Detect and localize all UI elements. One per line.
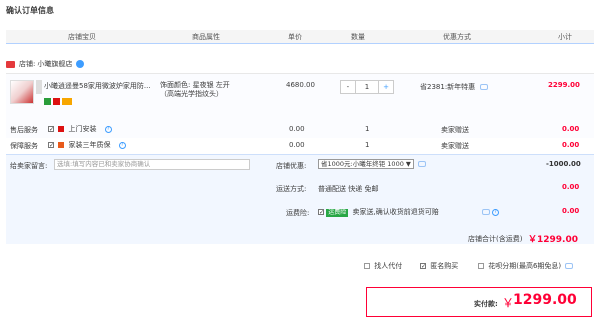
service-install-row[interactable]: 上门安装 ? <box>48 124 112 134</box>
promo-comment-icon[interactable] <box>480 84 489 90</box>
service-warranty-subtotal: 0.00 <box>562 141 580 149</box>
header-price: 单价 <box>288 33 302 41</box>
discount-label: 店铺优惠: <box>276 162 307 170</box>
service-install-price: 0.00 <box>289 125 305 133</box>
insurance-text: 卖家送,确认收货前退货可赔 <box>352 208 439 216</box>
service-install-qty: 1 <box>365 125 370 133</box>
insurance-value: 0.00 <box>562 207 580 215</box>
seller-note-input[interactable]: 选填:填写内容已和卖家协商确认 <box>54 159 250 170</box>
item-promo: 省2381:新年特惠 <box>420 82 489 92</box>
product-thumbnail[interactable] <box>10 80 34 104</box>
final-total-value: 1299.00 <box>513 292 577 308</box>
warranty-icon <box>58 142 65 148</box>
table-header: 店铺宝贝 商品属性 单价 数量 优惠方式 小计 <box>6 30 594 44</box>
service-group-warranty: 保障服务 <box>10 142 38 150</box>
qty-plus-button[interactable]: + <box>379 81 393 93</box>
service-install-method: 卖家赠送 <box>441 126 469 134</box>
final-total-label: 实付款: <box>474 300 498 308</box>
shipping-label: 运送方式: <box>276 185 307 193</box>
shipping-value: 0.00 <box>562 183 580 191</box>
service-warranty-price: 0.00 <box>289 141 305 149</box>
insurance-checkbox[interactable] <box>318 209 324 215</box>
shop-label: 店铺: <box>19 60 36 68</box>
option-anonymous[interactable]: 匿名购买 <box>420 261 458 271</box>
info-icon[interactable]: ? <box>104 125 112 133</box>
guarantee-icon <box>53 98 60 105</box>
shop-name-link[interactable]: 小曦旗舰店 <box>37 59 72 69</box>
anonymous-label: 匿名购买 <box>430 262 459 270</box>
item-promo-text: 省2381:新年特惠 <box>420 83 476 91</box>
insurance-tag: 运费险 <box>326 209 349 217</box>
service-warranty-method: 卖家赠送 <box>441 142 469 150</box>
wangwang-chat-icon[interactable] <box>76 60 85 68</box>
credit-card-icon <box>62 98 72 105</box>
service-install-checkbox[interactable] <box>48 126 54 132</box>
service-warranty-checkbox[interactable] <box>48 142 54 148</box>
note-label: 给卖家留言: <box>10 162 48 170</box>
option-pay-for-me[interactable]: 找人代付 <box>364 261 402 271</box>
insurance-row: 运费险 卖家送,确认收货前退货可赔 <box>318 207 439 217</box>
service-install-subtotal: 0.00 <box>562 125 580 133</box>
service-warranty-row[interactable]: 家装三年质保 ? <box>48 140 126 150</box>
header-subtotal: 小计 <box>558 33 572 41</box>
pay-for-me-checkbox[interactable] <box>364 263 370 269</box>
anonymous-checkbox[interactable] <box>420 263 426 269</box>
quantity-stepper[interactable]: - 1 + <box>340 80 394 94</box>
discount-select[interactable]: 省1000元:小曦年终钜 1000 ▼ <box>318 159 414 169</box>
service-group-after-sale: 售后服务 <box>10 126 38 134</box>
item-price: 4680.00 <box>286 81 315 89</box>
header-attrs: 商品属性 <box>192 33 220 41</box>
pay-for-me-label: 找人代付 <box>374 262 403 270</box>
item-subtotal: 2299.00 <box>548 81 580 89</box>
discount-value: -1000.00 <box>546 160 581 168</box>
qty-input[interactable]: 1 <box>354 81 380 93</box>
shop-line: 店铺: 小曦旗舰店 <box>6 59 85 69</box>
service-warranty-qty: 1 <box>365 141 370 149</box>
qty-minus-button[interactable]: - <box>341 81 355 93</box>
discount-comment-icon[interactable] <box>418 161 426 167</box>
header-promo: 优惠方式 <box>443 33 471 41</box>
service-install-name: 上门安装 <box>68 125 97 133</box>
insurance-comment-icon[interactable] <box>482 209 490 215</box>
huabei-comment-icon[interactable] <box>565 263 574 269</box>
item-attrs: 饰面颜色: 星夜银 左开（高端光学指纹头） <box>160 81 230 98</box>
store-total-value: ￥1299.00 <box>528 235 578 245</box>
info-icon[interactable]: ? <box>118 141 126 149</box>
shop-icon <box>6 60 15 68</box>
item-title-link[interactable]: 小曦逍遥曼58家用微波炉家用防... <box>44 81 151 91</box>
install-icon <box>58 126 65 132</box>
store-total-label: 店铺合计(含运费) <box>468 235 523 243</box>
insurance-info-icon[interactable]: ? <box>492 209 499 216</box>
service-warranty-name: 家装三年质保 <box>68 141 111 149</box>
option-huabei[interactable]: 花呗分期(最高6期免息) <box>478 261 574 271</box>
insurance-label: 运费险: <box>286 209 310 217</box>
page-title: 确认订单信息 <box>6 6 54 15</box>
product-thumbnail-edge <box>36 80 42 94</box>
huabei-checkbox[interactable] <box>478 263 484 269</box>
huabei-label: 花呗分期(最高6期免息) <box>488 262 562 270</box>
seven-day-return-icon <box>44 98 51 105</box>
header-qty: 数量 <box>351 33 365 41</box>
shipping-method: 普通配送 快递 免邮 <box>318 185 379 193</box>
header-shop-item: 店铺宝贝 <box>68 33 96 41</box>
